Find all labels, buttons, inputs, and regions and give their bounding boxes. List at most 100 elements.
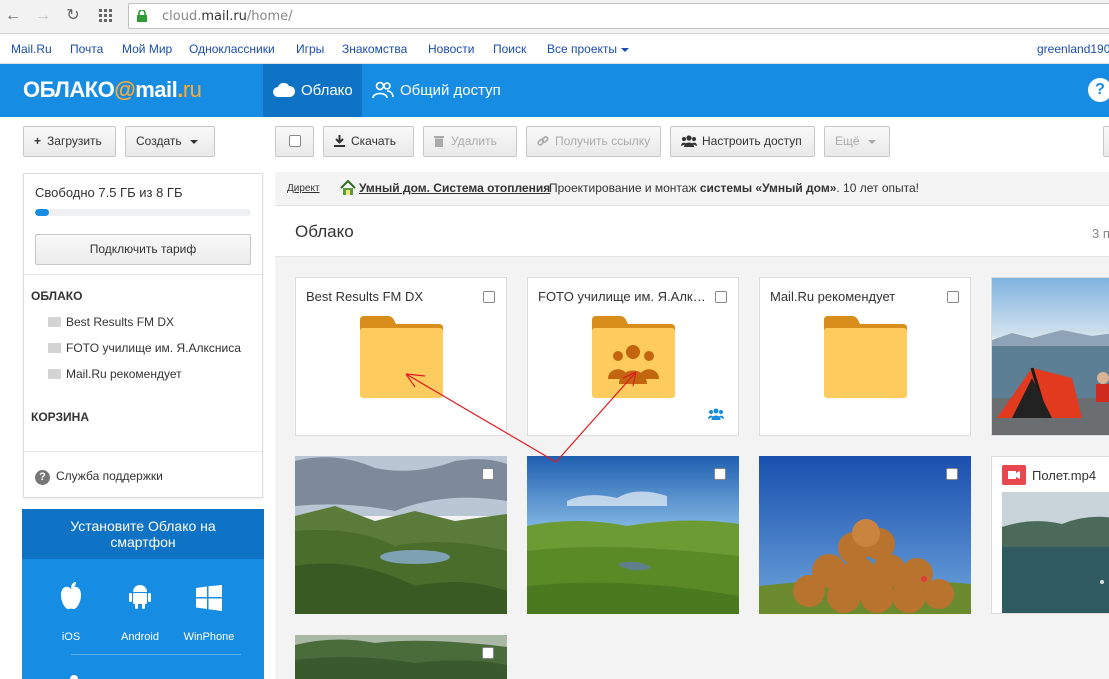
- view-toggle-button[interactable]: [1103, 126, 1109, 157]
- portal-link-mail[interactable]: Почта: [70, 42, 103, 56]
- back-arrow-icon[interactable]: ←: [3, 6, 23, 26]
- portal-link-games[interactable]: Игры: [296, 42, 324, 56]
- cloud-mailru-logo[interactable]: ОБЛАКО@mail.ru: [23, 77, 202, 103]
- item-count: 3 п: [1092, 226, 1109, 241]
- trash-icon: [434, 136, 444, 147]
- video-thumbnail: [1002, 492, 1109, 613]
- cloud-heading[interactable]: ОБЛАКО: [31, 289, 82, 303]
- portal-link-my-world[interactable]: Мой Мир: [122, 42, 172, 56]
- folder-tile[interactable]: Mail.Ru рекомендует: [759, 277, 971, 436]
- video-tile[interactable]: Полет.mp4: [991, 456, 1109, 614]
- user-email[interactable]: greenland190: [1037, 42, 1109, 56]
- tab-cloud-label: Облако: [301, 82, 353, 99]
- direct-label[interactable]: Директ: [287, 183, 320, 194]
- photo-tile-green-valley[interactable]: [527, 456, 739, 614]
- hay-bales-photo: [759, 456, 971, 614]
- chevron-down-icon: [621, 47, 630, 52]
- reload-icon[interactable]: ↻: [63, 6, 83, 26]
- create-button[interactable]: Создать: [125, 126, 215, 157]
- folder-icon: [48, 343, 61, 353]
- mobile-app-promo: Установите Облако на смартфон iOS Android…: [22, 509, 264, 679]
- address-bar[interactable]: cloud.mail.ru/home/: [128, 3, 1109, 29]
- photo-tile-tent[interactable]: [991, 277, 1109, 436]
- checkbox-icon: [289, 135, 301, 147]
- photo-tile-hay-bales[interactable]: [759, 456, 971, 614]
- support-link[interactable]: ? Служба поддержки: [35, 469, 163, 485]
- shared-folder-tile[interactable]: FOTO училище им. Я.Алксниса: [527, 277, 739, 436]
- configure-access-button[interactable]: Настроить доступ: [670, 126, 815, 157]
- house-icon: [340, 180, 356, 195]
- folder-icon: [824, 316, 907, 398]
- tab-shared-label: Общий доступ: [400, 82, 501, 99]
- portal-link-search[interactable]: Поиск: [493, 42, 526, 56]
- portal-link-dating[interactable]: Знакомства: [342, 42, 407, 56]
- sidebar-folder-foto[interactable]: FOTO училище им. Я.Алксниса: [48, 341, 258, 355]
- upload-button[interactable]: + Загрузить: [23, 126, 116, 157]
- apps-grid-icon[interactable]: [96, 6, 116, 26]
- content-header: Облако 3 п: [275, 207, 1109, 257]
- tile-checkbox[interactable]: [714, 468, 726, 480]
- shared-users-icon: [708, 408, 724, 420]
- portal-link-all-projects[interactable]: Все проекты: [547, 42, 630, 56]
- forward-arrow-icon[interactable]: →: [33, 6, 53, 26]
- android-icon: [105, 581, 175, 615]
- tab-cloud[interactable]: Облако: [263, 64, 362, 117]
- link-icon: [537, 135, 549, 146]
- folder-tile[interactable]: Best Results FM DX: [295, 277, 507, 436]
- shared-folder-icon: [592, 316, 675, 398]
- url-text: cloud.mail.ru/home/: [162, 9, 293, 24]
- ad-banner[interactable]: Директ Умный дом. Система отопления Прое…: [275, 172, 1109, 206]
- sidebar-folder-best-results[interactable]: Best Results FM DX: [48, 315, 258, 329]
- video-name: Полет.mp4: [1002, 465, 1096, 485]
- apple-icon: [36, 581, 106, 615]
- quota-bar: [35, 209, 251, 216]
- tile-checkbox[interactable]: [947, 291, 959, 303]
- photo-tile-forest[interactable]: [295, 635, 507, 679]
- promo-title: Установите Облако на смартфон: [22, 509, 264, 559]
- tent-photo: [992, 278, 1109, 435]
- question-icon: ?: [35, 470, 50, 485]
- tile-checkbox[interactable]: [482, 468, 494, 480]
- tile-checkbox[interactable]: [483, 291, 495, 303]
- plus-icon: +: [34, 134, 42, 148]
- lock-icon: [137, 10, 147, 22]
- browser-toolbar: ← → ↻ cloud.mail.ru/home/: [0, 0, 1109, 34]
- sidebar-folder-recommends[interactable]: Mail.Ru рекомендует: [48, 367, 258, 381]
- portal-link-mailru[interactable]: Mail.Ru: [11, 42, 52, 56]
- mountain-lake-photo: [295, 456, 507, 614]
- more-button[interactable]: Ещё: [824, 126, 890, 157]
- green-valley-photo: [527, 456, 739, 614]
- winphone-app-link[interactable]: WinPhone: [174, 581, 244, 643]
- get-link-button[interactable]: Получить ссылку: [526, 126, 661, 157]
- windows-icon: [174, 581, 244, 615]
- help-icon[interactable]: ?: [1088, 78, 1109, 102]
- page-title: Облако: [295, 222, 354, 241]
- file-area: Облако 3 п Best Results FM DX FOTO учили…: [275, 207, 1109, 679]
- pagination-dot[interactable]: [70, 675, 78, 679]
- tile-checkbox[interactable]: [715, 291, 727, 303]
- tariff-button[interactable]: Подключить тариф: [35, 234, 251, 265]
- portal-link-news[interactable]: Новости: [428, 42, 474, 56]
- users-icon: [372, 81, 394, 99]
- divider: [24, 274, 262, 275]
- portal-bar: Mail.Ru Почта Мой Мир Одноклассники Игры…: [0, 34, 1109, 64]
- tile-checkbox[interactable]: [482, 647, 494, 659]
- folder-name: Best Results FM DX: [306, 289, 424, 304]
- download-button[interactable]: Скачать: [323, 126, 414, 157]
- select-all-checkbox[interactable]: [275, 126, 314, 157]
- divider: [24, 451, 262, 452]
- free-space-text: Свободно 7.5 ГБ из 8 ГБ: [35, 185, 183, 200]
- folder-name: FOTO училище им. Я.Алксниса: [538, 289, 708, 304]
- folder-icon: [48, 317, 61, 327]
- android-app-link[interactable]: Android: [105, 581, 175, 643]
- tile-checkbox[interactable]: [946, 468, 958, 480]
- tab-shared-access[interactable]: Общий доступ: [362, 64, 512, 117]
- portal-link-ok[interactable]: Одноклассники: [189, 42, 275, 56]
- trash-heading[interactable]: КОРЗИНА: [31, 410, 89, 424]
- delete-button[interactable]: Удалить: [423, 126, 517, 157]
- ios-app-link[interactable]: iOS: [36, 581, 106, 643]
- ad-description: Проектирование и монтаж системы «Умный д…: [549, 181, 919, 195]
- ad-title[interactable]: Умный дом. Система отопления: [359, 181, 550, 195]
- photo-tile-mountain-lake[interactable]: [295, 456, 507, 614]
- folder-icon: [360, 316, 443, 398]
